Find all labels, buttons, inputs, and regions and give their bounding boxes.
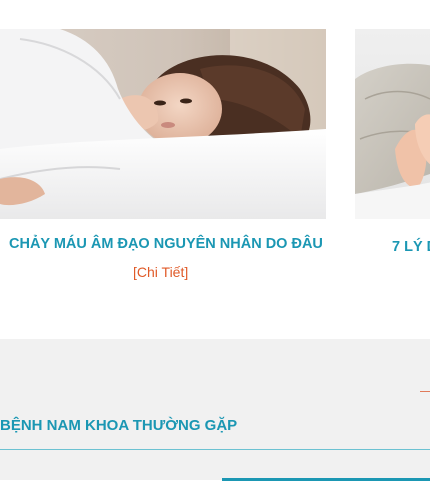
- section-heading: BỆNH NAM KHOA THƯỜNG GẶP: [0, 417, 238, 434]
- decorative-accent-line: [420, 391, 430, 392]
- section-background: [0, 339, 430, 481]
- photo-woman-lying-in-bed: [0, 29, 326, 219]
- read-more-link[interactable]: [Chi Tiết]: [133, 264, 188, 280]
- article-image-feet-in-bed[interactable]: [355, 29, 430, 219]
- photo-feet-under-blanket: [355, 29, 430, 219]
- page-viewport: CHẢY MÁU ÂM ĐẠO NGUYÊN NHÂN DO ĐÂU [Chi …: [0, 0, 430, 481]
- article-image-woman-in-bed[interactable]: [0, 29, 326, 219]
- article-title-link[interactable]: 7 LÝ D: [392, 239, 430, 255]
- article-title-link[interactable]: CHẢY MÁU ÂM ĐẠO NGUYÊN NHÂN DO ĐÂU: [9, 236, 323, 252]
- section-divider: [0, 449, 430, 450]
